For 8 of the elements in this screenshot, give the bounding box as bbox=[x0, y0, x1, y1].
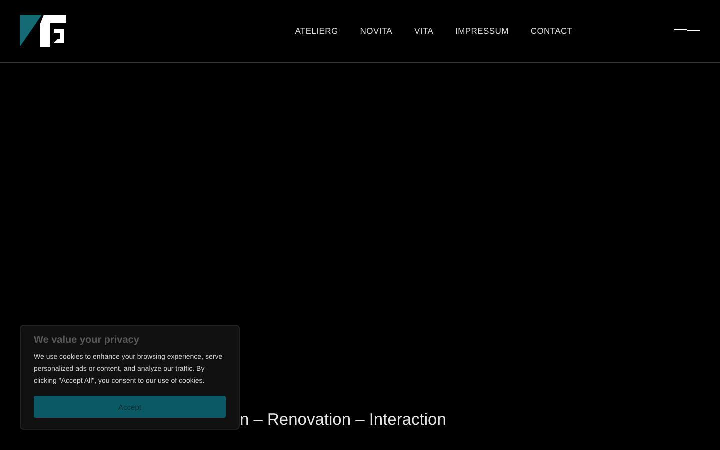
nav-link[interactable]: CONTACT bbox=[530, 26, 573, 36]
nav-link[interactable]: IMPRESSUM bbox=[456, 26, 509, 36]
hero-tagline: n – Renovation – Interaction bbox=[240, 411, 446, 430]
logo[interactable] bbox=[20, 15, 66, 47]
banner-title: We value your privacy bbox=[34, 335, 140, 346]
nav-link[interactable]: VITA bbox=[414, 26, 434, 36]
nav-link[interactable]: ATELIERG bbox=[295, 26, 338, 36]
nav-link[interactable]: NOVITA bbox=[360, 26, 393, 36]
